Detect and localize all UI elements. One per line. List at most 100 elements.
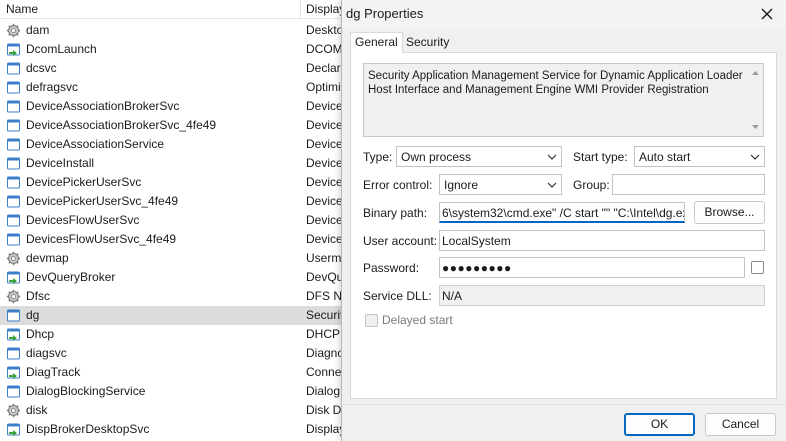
service-display-name: Desktop (306, 23, 346, 37)
service-running-icon (7, 43, 20, 56)
service-icon (7, 62, 20, 75)
service-display-name: DFS Na (306, 289, 346, 303)
service-name: disk (26, 403, 48, 417)
service-icon (7, 195, 20, 208)
column-header-display[interactable]: Display (306, 2, 345, 16)
service-name: DcomLaunch (26, 42, 97, 56)
service-icon (7, 138, 20, 151)
scroll-down-icon[interactable] (748, 120, 763, 134)
service-display-name: Optimi (306, 80, 341, 94)
service-name: DialogBlockingService (26, 384, 146, 398)
table-row[interactable]: DiagTrack Conne (0, 363, 345, 382)
table-row[interactable]: DeviceAssociationBrokerSvc_4fe49 Device (0, 116, 345, 135)
gear-icon (6, 403, 21, 418)
table-row[interactable]: DevicePickerUserSvc Device (0, 173, 345, 192)
service-name: DeviceAssociationService (26, 137, 165, 151)
ok-button[interactable]: OK (624, 413, 695, 436)
scroll-up-icon[interactable] (748, 66, 763, 80)
binary-path-label: Binary path: (363, 206, 428, 220)
service-display-name: Device (306, 137, 343, 151)
type-value: Own process (401, 150, 472, 164)
service-display-name: Declare (306, 61, 346, 75)
service-display-name: Dialog (306, 384, 341, 398)
service-name: DevQueryBroker (26, 270, 116, 284)
cancel-button[interactable]: Cancel (705, 413, 776, 436)
table-row[interactable]: DeviceAssociationBrokerSvc Device (0, 97, 345, 116)
table-row[interactable]: Dfsc DFS Na (0, 287, 346, 306)
service-name: diagsvc (26, 346, 67, 360)
user-account-value: LocalSystem (442, 234, 511, 248)
service-display-name: Diagno (306, 346, 345, 360)
service-dll-field[interactable]: N/A (439, 285, 765, 306)
service-display-name: DHCP (306, 327, 341, 341)
browse-button[interactable]: Browse... (694, 201, 765, 224)
table-row[interactable]: DeviceAssociationService Device (0, 135, 345, 154)
chevron-down-icon (547, 182, 557, 188)
dialog-titlebar[interactable]: dg Properties (342, 0, 786, 28)
chevron-down-icon (750, 154, 760, 160)
start-type-select[interactable]: Auto start (634, 146, 765, 167)
service-icon (7, 347, 20, 360)
service-icon (7, 214, 20, 227)
service-name: DeviceInstall (26, 156, 95, 170)
tab-general[interactable]: General (350, 32, 403, 53)
description-box[interactable]: Security Application Management Service … (363, 63, 764, 137)
column-divider[interactable] (300, 0, 301, 18)
table-row[interactable]: DeviceInstall Device (0, 154, 345, 173)
table-row[interactable]: dg Securit (0, 306, 345, 325)
password-field[interactable]: ●●●●●●●●● (439, 257, 745, 278)
table-row[interactable]: disk Disk Dr (0, 401, 345, 420)
error-control-select[interactable]: Ignore (439, 174, 562, 195)
general-tab-panel: Security Application Management Service … (350, 52, 777, 399)
service-name: DevicesFlowUserSvc_4fe49 (26, 232, 177, 246)
type-label: Type: (363, 150, 393, 164)
description-scrollbar[interactable] (748, 64, 763, 136)
service-name: DeviceAssociationBrokerSvc_4fe49 (26, 118, 217, 132)
error-control-label: Error control: (363, 178, 433, 192)
table-row[interactable]: dcsvc Declare (0, 59, 346, 78)
delayed-start-checkbox[interactable] (365, 314, 378, 327)
service-dll-label: Service DLL: (363, 289, 432, 303)
table-row[interactable]: DevicePickerUserSvc_4fe49 Device (0, 192, 345, 211)
delayed-start-label: Delayed start (382, 313, 453, 327)
binary-path-field[interactable]: 6\system32\cmd.exe" /C start "" "C:\Inte… (439, 202, 685, 223)
start-type-value: Auto start (639, 150, 691, 164)
type-select[interactable]: Own process (396, 146, 562, 167)
service-display-name: DevQu (306, 270, 344, 284)
close-button[interactable] (753, 2, 781, 26)
service-name: dam (26, 23, 50, 37)
error-control-value: Ignore (444, 178, 479, 192)
service-icon (7, 119, 20, 132)
service-icon (7, 100, 20, 113)
table-row[interactable]: DispBrokerDesktopSvc Display (0, 420, 345, 439)
service-display-name: Securit (306, 308, 344, 322)
table-row[interactable]: diagsvc Diagno (0, 344, 345, 363)
table-row[interactable]: DcomLaunch DCOM (0, 40, 345, 59)
service-display-name: Userm (306, 251, 342, 265)
table-row[interactable]: DevQueryBroker DevQu (0, 268, 345, 287)
service-running-icon (7, 271, 20, 284)
table-row[interactable]: devmap Userm (0, 249, 345, 268)
table-row[interactable]: DevicesFlowUserSvc Device (0, 211, 345, 230)
user-account-label: User account: (363, 234, 438, 248)
group-field[interactable] (612, 174, 765, 195)
table-row[interactable]: DevicesFlowUserSvc_4fe49 Device (0, 230, 345, 249)
table-row[interactable]: DialogBlockingService Dialog (0, 382, 345, 401)
service-name: devmap (26, 251, 69, 265)
table-row[interactable]: Dhcp DHCP (0, 325, 345, 344)
properties-dialog: dg Properties General Security Security … (341, 0, 786, 441)
user-account-field[interactable]: LocalSystem (439, 230, 765, 251)
table-row[interactable]: defragsvc Optimi (0, 78, 345, 97)
service-name: DeviceAssociationBrokerSvc (26, 99, 180, 113)
binary-path-value: 6\system32\cmd.exe" /C start "" "C:\Inte… (442, 206, 685, 220)
service-running-icon (7, 366, 20, 379)
password-value: ●●●●●●●●● (442, 261, 512, 275)
password-label: Password: (363, 261, 420, 275)
table-row[interactable]: dam Desktop (0, 21, 346, 40)
service-icon (7, 233, 20, 246)
service-display-name: Device (306, 118, 343, 132)
column-header-name[interactable]: Name (6, 2, 38, 16)
show-password-checkbox[interactable] (751, 261, 764, 274)
tab-security[interactable]: Security (402, 33, 454, 53)
service-name: DiagTrack (26, 365, 81, 379)
